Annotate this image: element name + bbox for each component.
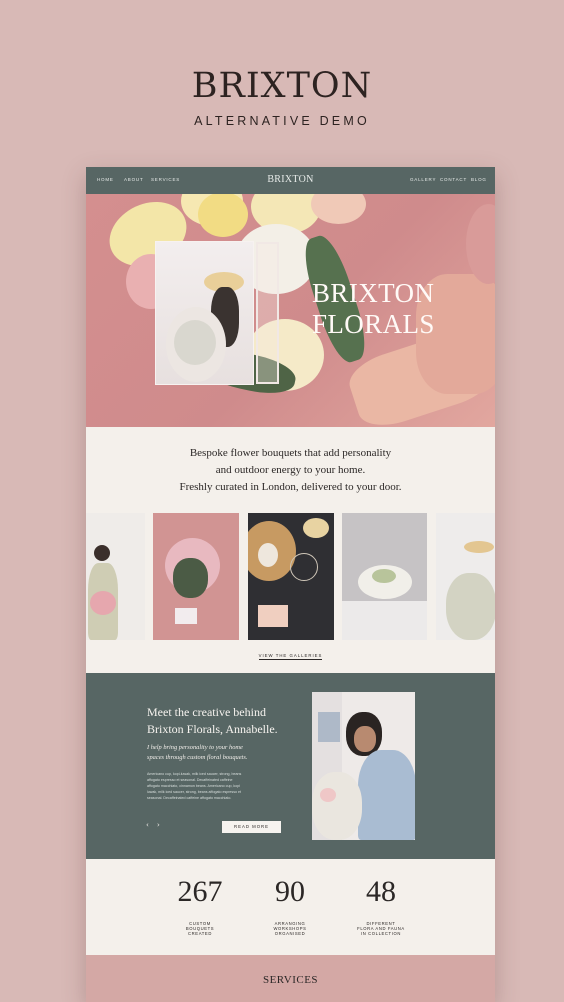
hero-title-line-1: BRIXTON: [312, 278, 435, 308]
read-more-button[interactable]: READ MORE: [222, 821, 281, 833]
gallery-photo-4[interactable]: [342, 513, 427, 640]
brand-title: BRIXTON: [191, 66, 373, 106]
stat-bouquets: 267 CUSTOM BOUQUETS CREATED: [160, 875, 240, 936]
gallery-photo-1[interactable]: [86, 513, 145, 640]
stat-label: CUSTOM BOUQUETS CREATED: [160, 921, 240, 936]
website-mockup: HOME ABOUT SERVICES BRIXTON GALLERY CONT…: [86, 167, 495, 1002]
tagline: Bespoke flower bouquets that add persona…: [86, 445, 495, 496]
services-section: SERVICES: [86, 955, 495, 1002]
about-heading-line-1: Meet the creative behind: [147, 705, 266, 719]
tagline-line-3: Freshly curated in London, delivered to …: [179, 481, 402, 493]
about-body-text: Americano cup, kopi-luwak, milk iced sau…: [147, 771, 287, 801]
view-galleries-link[interactable]: VIEW THE GALLERIES: [86, 653, 495, 660]
hero-banner: BRIXTON FLORALS: [86, 194, 495, 427]
nav-item-gallery[interactable]: GALLERY: [410, 177, 436, 182]
gallery-photo-5[interactable]: [436, 513, 495, 640]
stat-label-line: ORGANISED: [274, 931, 306, 936]
view-galleries-label[interactable]: VIEW THE GALLERIES: [258, 653, 323, 660]
carousel-arrows: ‹ ›: [146, 821, 163, 829]
stat-value: 90: [275, 875, 305, 908]
prev-arrow-icon[interactable]: ‹: [146, 821, 152, 829]
stat-value: 267: [177, 875, 223, 908]
tagline-line-1: Bespoke flower bouquets that add persona…: [189, 447, 392, 459]
about-section: Meet the creative behind Brixton Florals…: [86, 673, 495, 859]
stat-workshops: 90 ARRANGING WORKSHOPS ORGANISED: [250, 875, 330, 936]
gallery-photo-3[interactable]: [248, 513, 334, 640]
nav-item-blog[interactable]: BLOG: [471, 177, 487, 182]
hero-title: BRIXTON FLORALS: [312, 278, 482, 340]
about-quote-line-1: I help bring personality to your home: [147, 744, 243, 751]
brand-subtitle: ALTERNATIVE DEMO: [194, 114, 370, 128]
services-title: SERVICES: [262, 974, 319, 986]
hero-portrait-photo: [155, 241, 254, 385]
stat-value: 48: [366, 875, 396, 908]
stat-flora: 48 DIFFERENT FLORA AND FAUNA IN COLLECTI…: [341, 875, 421, 936]
stat-label: ARRANGING WORKSHOPS ORGANISED: [250, 921, 330, 936]
about-quote-line-2: spaces through custom floral bouquets.: [147, 754, 248, 761]
about-quote: I help bring personality to your home sp…: [147, 743, 287, 763]
stat-label-line: CREATED: [188, 931, 212, 936]
next-arrow-icon[interactable]: ›: [157, 821, 163, 829]
about-portrait-photo: [312, 692, 415, 840]
about-heading: Meet the creative behind Brixton Florals…: [147, 704, 297, 738]
about-body-line: seasonal. Decaffeinated caffeine affogat…: [147, 796, 232, 800]
about-heading-line-2: Brixton Florals, Annabelle.: [147, 722, 278, 736]
nav-item-contact[interactable]: CONTACT: [440, 177, 467, 182]
stat-label-line: IN COLLECTION: [361, 931, 401, 936]
hero-title-line-2: FLORALS: [312, 309, 435, 339]
top-nav: HOME ABOUT SERVICES BRIXTON GALLERY CONT…: [86, 167, 495, 194]
tagline-line-2: and outdoor energy to your home.: [215, 464, 366, 476]
hero-frame-decoration: [256, 242, 279, 384]
stat-label: DIFFERENT FLORA AND FAUNA IN COLLECTION: [341, 921, 421, 936]
gallery-photo-2[interactable]: [153, 513, 239, 640]
